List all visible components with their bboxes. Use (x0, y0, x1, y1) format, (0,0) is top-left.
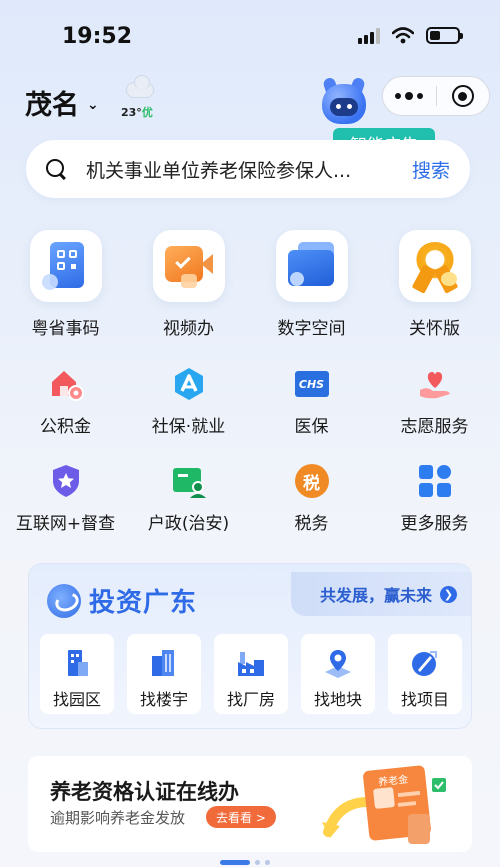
service-internet-supervision[interactable]: 互联网+督查 (7, 463, 125, 534)
service-video-handling[interactable]: 视频办 (134, 230, 244, 339)
invest-tile-label: 找项目 (400, 690, 449, 709)
office-tower-icon (149, 648, 179, 678)
banner-subtitle: 逾期影响养老金发放 (50, 809, 186, 827)
service-label: 更多服务 (400, 514, 469, 534)
services-row-2: 互联网+督查 户政(治安) 税 税务 更多服务 (0, 463, 500, 534)
social-security-icon (171, 366, 207, 402)
top-services: 粤省事码 视频办 数字空间 关怀版 (0, 230, 500, 339)
tax-glyph: 税 (303, 473, 320, 494)
invest-tile-factory[interactable]: 找厂房 (214, 634, 288, 714)
more-menu-button[interactable] (383, 77, 436, 115)
invest-slogan-link[interactable]: 共发展，赢未来 ❯ (291, 572, 471, 616)
service-housing-fund[interactable]: 公积金 (7, 366, 125, 437)
invest-tile-park[interactable]: 找园区 (40, 634, 114, 714)
status-bar: 19:52 (0, 0, 500, 72)
invest-tile-label: 找园区 (52, 690, 101, 709)
invest-title: 投资广东 (89, 588, 198, 618)
city-name: 茂名 (25, 90, 79, 121)
service-volunteer[interactable]: 志愿服务 (376, 366, 494, 437)
weather-temperature: 23°优 (121, 104, 153, 120)
banner-title: 养老资格认证在线办 (50, 780, 239, 804)
weather-widget[interactable]: 23°优 (120, 75, 170, 122)
service-label: 关怀版 (409, 319, 460, 339)
care-ribbon-icon (398, 230, 471, 302)
services-row-1: 公积金 社保·就业 CHS 医保 志愿服务 (0, 366, 500, 437)
invest-tile-label: 找楼宇 (139, 690, 188, 709)
household-registration-icon (171, 463, 207, 499)
go-see-button[interactable]: 去看看 > (206, 806, 276, 828)
service-household-registration[interactable]: 户政(治安) (130, 463, 248, 534)
invest-tile-project[interactable]: 找项目 (388, 634, 462, 714)
invest-tile-land[interactable]: 找地块 (301, 634, 375, 714)
card-label: 养老金 (377, 774, 409, 789)
digital-space-folder-icon (275, 230, 348, 302)
chevron-right-icon: ❯ (440, 585, 457, 603)
service-tax[interactable]: 税 税务 (253, 463, 371, 534)
invest-guangdong-card: 共发展，赢未来 ❯ 投资广东 找园区 找楼宇 找厂房 找地块 找项目 (28, 563, 472, 729)
assistant-mascot-icon[interactable] (318, 76, 370, 128)
target-circle-icon (451, 85, 474, 107)
service-yueshengshi-code[interactable]: 粤省事码 (11, 230, 121, 339)
pension-card-illustration: 养老金 (308, 762, 468, 852)
qr-code-card-icon (29, 230, 102, 302)
temperature-value: 23° (121, 106, 142, 119)
search-input[interactable]: 机关事业单位养老保险参保人... (86, 156, 402, 183)
chevron-down-icon: ⌄ (87, 96, 99, 113)
service-medical-insurance[interactable]: CHS 医保 (253, 366, 371, 437)
tax-icon: 税 (294, 463, 330, 499)
house-fund-icon (48, 366, 84, 402)
status-time: 19:52 (62, 24, 133, 49)
chs-glyph: CHS (298, 377, 325, 391)
signal-icon (358, 27, 380, 44)
service-more[interactable]: 更多服务 (376, 463, 494, 534)
page-indicator (220, 860, 270, 865)
invest-tile-building[interactable]: 找楼宇 (127, 634, 201, 714)
service-digital-space[interactable]: 数字空间 (257, 230, 367, 339)
wifi-icon (392, 27, 414, 44)
search-button[interactable]: 搜索 (412, 156, 450, 183)
search-icon (44, 157, 68, 181)
service-label: 视频办 (163, 319, 214, 339)
pension-certification-banner[interactable]: 养老资格认证在线办 逾期影响养老金发放 去看看 > 养老金 (28, 756, 472, 852)
park-building-icon (62, 648, 92, 678)
service-label: 社保·就业 (151, 417, 226, 437)
service-label: 数字空间 (277, 319, 346, 339)
chs-medical-insurance-icon: CHS (294, 366, 330, 402)
service-label: 志愿服务 (400, 417, 469, 437)
service-label: 公积金 (40, 417, 91, 437)
video-camera-icon (152, 230, 225, 302)
service-label: 户政(治安) (147, 514, 230, 534)
more-dots-icon (395, 92, 424, 100)
service-social-security[interactable]: 社保·就业 (130, 366, 248, 437)
invest-tile-label: 找地块 (313, 690, 362, 709)
search-bar[interactable]: 机关事业单位养老保险参保人... 搜索 (26, 140, 470, 198)
cloud-icon (126, 75, 154, 98)
close-miniprogram-button[interactable] (437, 77, 490, 115)
invest-slogan: 共发展，赢未来 (319, 586, 432, 605)
battery-icon (426, 27, 463, 44)
miniprogram-capsule (382, 76, 490, 116)
city-selector[interactable]: 茂名 ⌄ (25, 83, 99, 122)
land-location-pin-icon (323, 648, 353, 678)
invest-logo-icon (47, 583, 81, 618)
status-icons (358, 27, 463, 44)
volunteer-heart-hand-icon (417, 366, 453, 402)
service-care-mode[interactable]: 关怀版 (380, 230, 490, 339)
invest-header: 投资广东 (47, 582, 197, 619)
project-rocket-icon (410, 648, 440, 678)
shield-star-icon (48, 463, 84, 499)
service-label: 医保 (294, 417, 329, 437)
air-quality-value: 优 (141, 106, 153, 119)
grid-more-icon (417, 463, 453, 499)
service-label: 互联网+督查 (15, 514, 116, 534)
factory-icon (236, 648, 266, 678)
invest-tile-label: 找厂房 (226, 690, 275, 709)
service-label: 税务 (294, 514, 329, 534)
service-label: 粤省事码 (31, 319, 100, 339)
invest-tiles: 找园区 找楼宇 找厂房 找地块 找项目 (40, 634, 462, 714)
